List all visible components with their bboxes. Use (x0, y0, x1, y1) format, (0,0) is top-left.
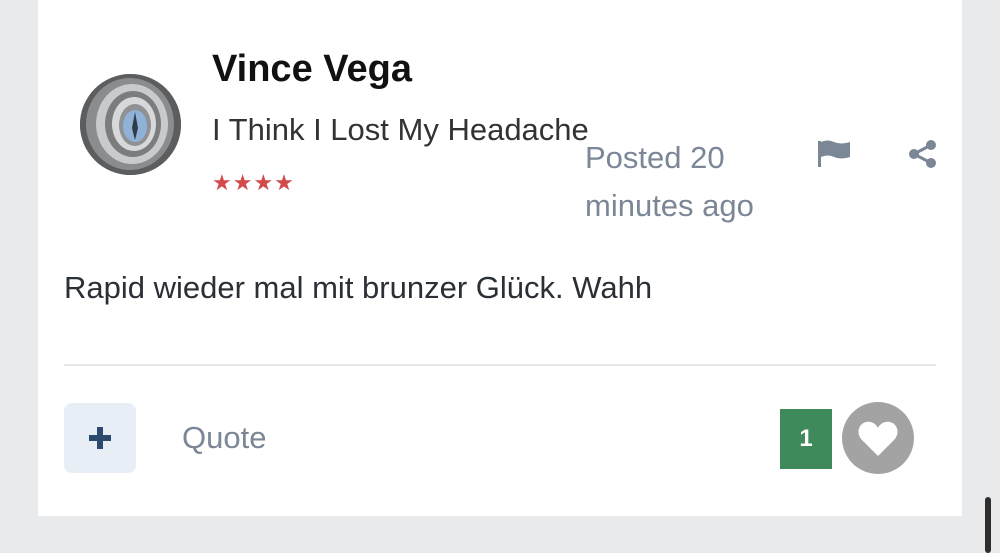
like-button[interactable] (842, 402, 914, 474)
post-timestamp[interactable]: Posted 20 minutes ago (585, 134, 785, 230)
avatar[interactable] (80, 74, 181, 175)
user-title: I Think I Lost My Headache (212, 112, 589, 147)
scrollbar[interactable] (985, 497, 991, 553)
heart-icon (858, 421, 898, 456)
post-content: Rapid wieder mal mit brunzer Glück. Wahh (64, 270, 653, 305)
flag-icon[interactable] (816, 139, 852, 169)
share-icon[interactable] (906, 139, 938, 169)
reaction-count-badge[interactable]: 1 (780, 409, 832, 469)
rank-stars: ★★★★ (212, 170, 295, 195)
plus-icon (89, 427, 111, 449)
multiquote-button[interactable] (64, 403, 136, 473)
author-name[interactable]: Vince Vega (212, 48, 412, 91)
quote-button[interactable]: Quote (182, 420, 266, 456)
avatar-image (80, 74, 181, 175)
divider (64, 364, 936, 366)
